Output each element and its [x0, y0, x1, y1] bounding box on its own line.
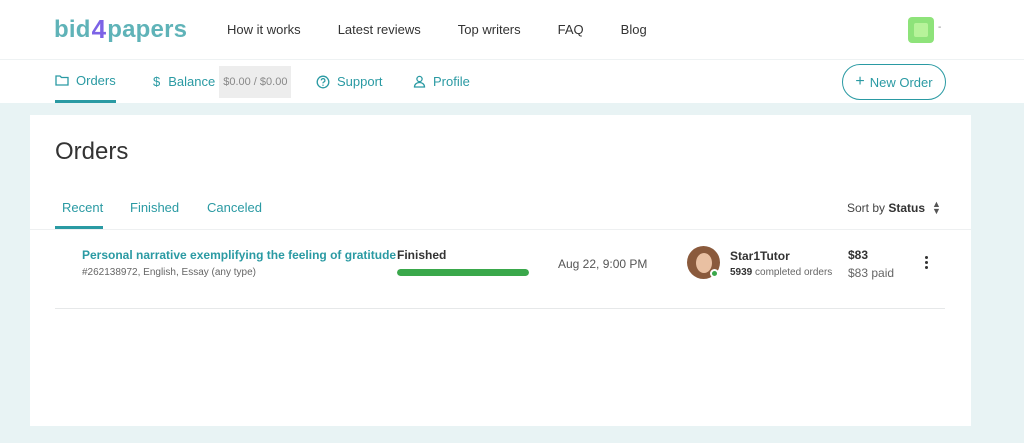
subnav-profile[interactable]: Profile — [413, 60, 470, 103]
nav-latest-reviews[interactable]: Latest reviews — [338, 22, 421, 37]
subnav-balance[interactable]: $ Balance $0.00 / $0.00 — [153, 60, 292, 103]
sort-arrows-icon[interactable]: ▲ ▼ — [932, 200, 941, 216]
order-progress-bar — [397, 269, 529, 276]
order-meta: #262138972, English, Essay (any type) — [82, 267, 256, 278]
writer-orders-count: 5939 — [730, 267, 753, 278]
tab-finished[interactable]: Finished — [130, 200, 179, 215]
subnav-profile-label: Profile — [433, 74, 470, 89]
online-status-icon — [710, 269, 719, 278]
nav-how-it-works[interactable]: How it works — [227, 22, 301, 37]
tab-canceled[interactable]: Canceled — [207, 200, 262, 215]
order-deadline: Aug 22, 9:00 PM — [558, 257, 648, 271]
new-order-button[interactable]: + New Order — [842, 64, 946, 100]
top-header: bid 4 papers How it works Latest reviews T… — [0, 0, 1024, 60]
subnav-support[interactable]: Support — [316, 60, 383, 103]
nav-blog[interactable]: Blog — [621, 22, 647, 37]
order-title-link[interactable]: Personal narrative exemplifying the feel… — [82, 248, 396, 262]
more-options-icon[interactable] — [922, 256, 930, 271]
sort-dropdown[interactable]: Sort by Status — [847, 201, 925, 215]
order-status: Finished — [397, 248, 447, 262]
logo-part-bid: bid — [54, 15, 91, 43]
balance-value: $0.00 / $0.00 — [219, 65, 292, 98]
order-progress-fill — [397, 269, 529, 276]
subnav-support-label: Support — [337, 74, 383, 89]
writer-name[interactable]: Star1Tutor — [730, 249, 790, 263]
plus-icon: + — [855, 73, 865, 90]
nav-top-writers[interactable]: Top writers — [458, 22, 521, 37]
avatar-dropdown-icon[interactable]: - — [938, 22, 941, 33]
sort-value: Status — [888, 201, 926, 215]
subnav-orders[interactable]: Orders — [55, 60, 116, 103]
user-avatar[interactable] — [908, 17, 934, 43]
page-title: Orders — [55, 138, 129, 165]
nav-faq[interactable]: FAQ — [558, 22, 584, 37]
folder-icon — [55, 75, 69, 86]
sort-prefix: Sort by — [847, 201, 886, 215]
tab-recent[interactable]: Recent — [62, 200, 103, 215]
writer-orders-label: completed orders — [755, 267, 833, 278]
logo-part-4: 4 — [91, 14, 107, 44]
dollar-icon: $ — [153, 74, 161, 89]
order-paid: $83 paid — [848, 266, 895, 280]
top-navigation: How it works Latest reviews Top writers … — [227, 22, 684, 37]
order-price: $83 — [848, 248, 869, 262]
row-divider — [55, 308, 945, 309]
new-order-label: New Order — [869, 74, 933, 90]
subnav-orders-label: Orders — [76, 72, 116, 88]
subnav-balance-label: Balance — [168, 74, 216, 89]
bid4papers-logo[interactable]: bid 4 papers — [54, 14, 187, 45]
user-icon — [413, 75, 426, 88]
writer-avatar-face — [696, 253, 712, 273]
tabs-divider — [30, 229, 971, 230]
logo-part-papers: papers — [107, 15, 188, 43]
writer-completed-orders: 5939 completed orders — [730, 267, 832, 278]
help-circle-icon — [316, 75, 330, 88]
